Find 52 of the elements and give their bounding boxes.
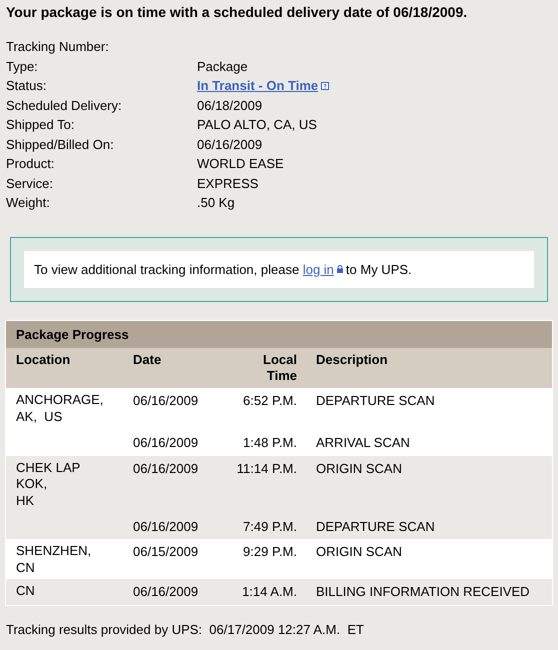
time-cell-text: 1:14 A.M. — [241, 583, 297, 601]
location-cell: SHENZHEN, CN — [16, 542, 92, 576]
description-cell-text: BILLING INFORMATION RECEIVED — [315, 583, 530, 601]
detail-value: WORLD EASE — [197, 155, 284, 173]
detail-label: Tracking Number: — [6, 38, 110, 56]
location-cell: ANCHORAGE, AK, US — [16, 391, 104, 425]
headline: Your package is on time with a scheduled delivery date of 06/18/2009. — [6, 3, 468, 22]
detail-label: Weight: — [6, 194, 51, 212]
notice-text: to My UPS. — [346, 260, 412, 279]
location-cell: CN — [16, 582, 35, 600]
detail-label: Shipped/Billed On: — [6, 136, 115, 154]
lock-icon — [336, 265, 343, 274]
notice-text: To view additional tracking information, please — [34, 260, 300, 279]
description-cell-text: DEPARTURE SCAN — [315, 518, 435, 536]
footer-text: Tracking results provided by UPS: — [6, 620, 204, 639]
column-header: Description — [315, 352, 388, 369]
detail-label: Product: — [6, 155, 56, 173]
date-cell-text: 06/16/2009 — [132, 434, 200, 452]
date-cell-text: 06/16/2009 — [132, 392, 200, 410]
location-cell: CHEK LAP KOK, HK — [16, 458, 80, 509]
status-link[interactable]: In Transit - On Time — [197, 76, 318, 96]
time-cell-text: 9:29 P.M. — [242, 543, 297, 561]
login-link[interactable]: log in — [302, 260, 334, 279]
time-cell-text: 6:52 P.M. — [242, 392, 297, 410]
date-cell-text: 06/16/2009 — [132, 583, 200, 601]
date-cell-text: 06/15/2009 — [132, 543, 200, 561]
description-cell-text: ARRIVAL SCAN — [315, 434, 410, 452]
help-icon[interactable] — [321, 82, 330, 90]
detail-label: Type: — [6, 58, 39, 76]
detail-value: Package — [197, 58, 248, 76]
description-cell-text: ORIGIN SCAN — [315, 543, 402, 561]
detail-value: .50 Kg — [197, 194, 235, 212]
detail-value: 06/16/2009 — [197, 136, 262, 154]
column-header: Local Time — [262, 352, 297, 384]
time-cell-text: 11:14 P.M. — [236, 460, 297, 478]
date-cell-text: 06/16/2009 — [132, 460, 200, 478]
detail-label: Service: — [6, 174, 54, 192]
description-cell-text: DEPARTURE SCAN — [315, 392, 435, 410]
column-header: Date — [132, 352, 162, 369]
detail-value: 06/18/2009 — [197, 96, 262, 114]
time-cell-text: 1:48 P.M. — [242, 434, 297, 452]
detail-label: Shipped To: — [6, 116, 76, 134]
detail-label: Scheduled Delivery: — [6, 96, 123, 115]
detail-label: Status: — [6, 77, 48, 95]
time-cell-text: 7:49 P.M. — [242, 518, 297, 536]
column-header: Location — [15, 352, 72, 369]
description-cell-text: ORIGIN SCAN — [315, 460, 402, 478]
date-cell-text: 06/16/2009 — [132, 518, 200, 536]
progress-title: Package Progress — [16, 326, 129, 344]
detail-value: PALO ALTO, CA, US — [197, 116, 317, 134]
footer-timestamp: 06/17/2009 12:27 A.M. ET — [209, 620, 364, 638]
detail-value: EXPRESS — [197, 174, 258, 192]
